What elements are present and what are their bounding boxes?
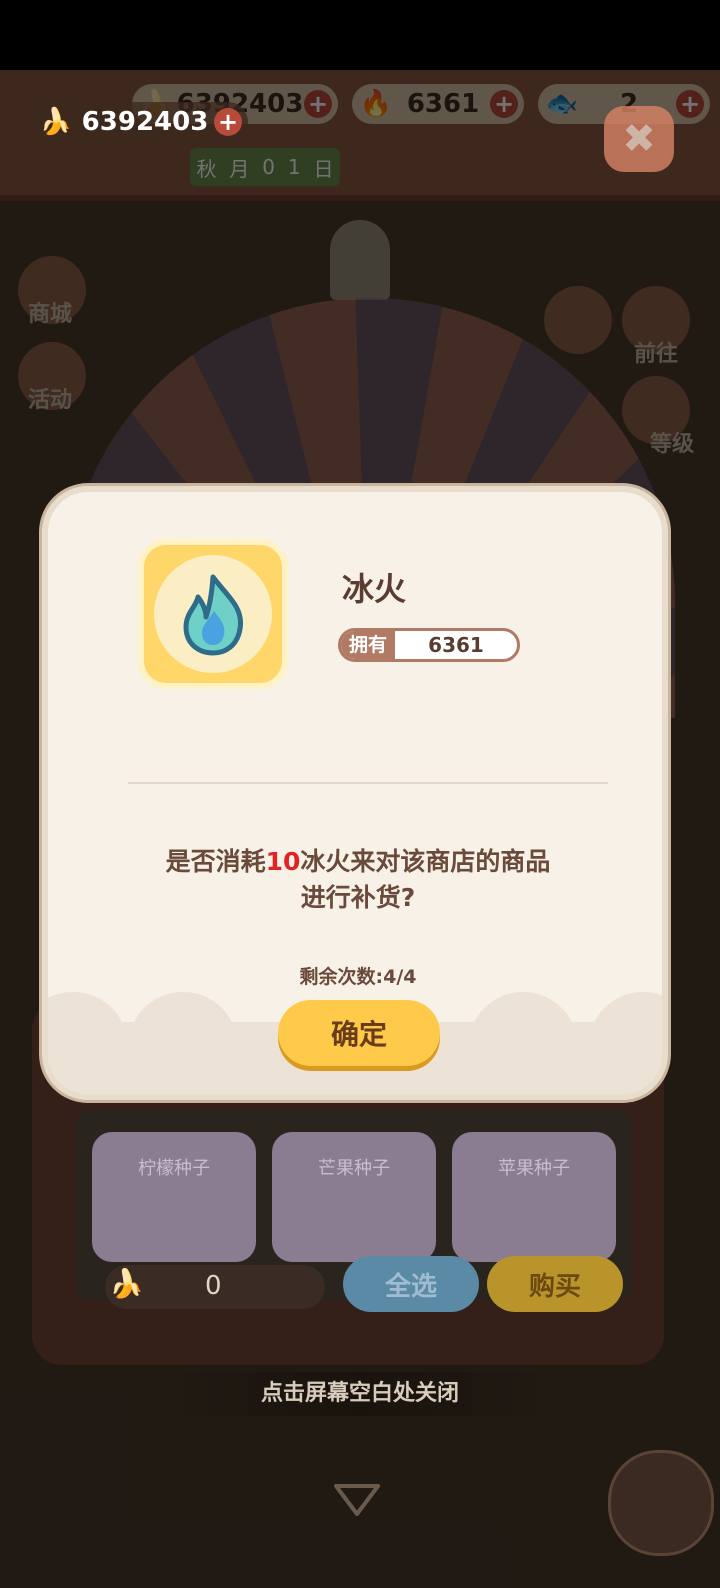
blue-flame-icon	[183, 574, 244, 656]
owned-count: 拥有 6361	[338, 628, 520, 662]
divider	[128, 782, 608, 784]
select-all-button[interactable]: 全选	[343, 1256, 479, 1312]
purchase-count: 🍌 0	[105, 1265, 325, 1309]
add-banana-button[interactable]: +	[214, 108, 242, 136]
close-icon[interactable]: ✖	[604, 106, 674, 172]
wave-bump	[128, 992, 238, 1052]
wave-bump	[588, 992, 662, 1052]
cost-amount: 10	[265, 847, 301, 876]
yarn-ball-icon[interactable]	[608, 1450, 714, 1556]
remaining-count: 剩余次数:4/4	[299, 966, 417, 988]
main-banana-counter: 🍌 6392403 +	[32, 102, 248, 142]
wave-bump	[48, 992, 128, 1052]
owned-label: 拥有	[341, 631, 395, 659]
restock-dialog: 冰火 拥有 6361 是否消耗10冰火来对该商店的商品进行补货? 剩余次数:4/…	[42, 486, 668, 1100]
restock-question: 是否消耗10冰火来对该商店的商品进行补货?	[165, 847, 551, 912]
seed-card[interactable]: 柠檬种子	[92, 1132, 256, 1262]
banana-icon: 🍌	[109, 1267, 144, 1300]
item-name: 冰火	[342, 570, 407, 608]
owned-value: 6361	[428, 633, 484, 657]
status-bar	[0, 0, 720, 70]
item-icon-frame	[138, 539, 288, 689]
item-icon-bg	[154, 555, 272, 673]
banana-icon: 🍌	[39, 107, 73, 137]
chevron-down-icon[interactable]	[332, 1480, 382, 1520]
close-hint: 点击屏幕空白处关闭	[160, 1372, 560, 1416]
confirm-button[interactable]: 确定	[278, 1000, 440, 1066]
buy-button[interactable]: 购买	[487, 1256, 623, 1312]
seed-card[interactable]: 芒果种子	[272, 1132, 436, 1262]
seed-card[interactable]: 苹果种子	[452, 1132, 616, 1262]
wave-bump	[468, 992, 578, 1052]
